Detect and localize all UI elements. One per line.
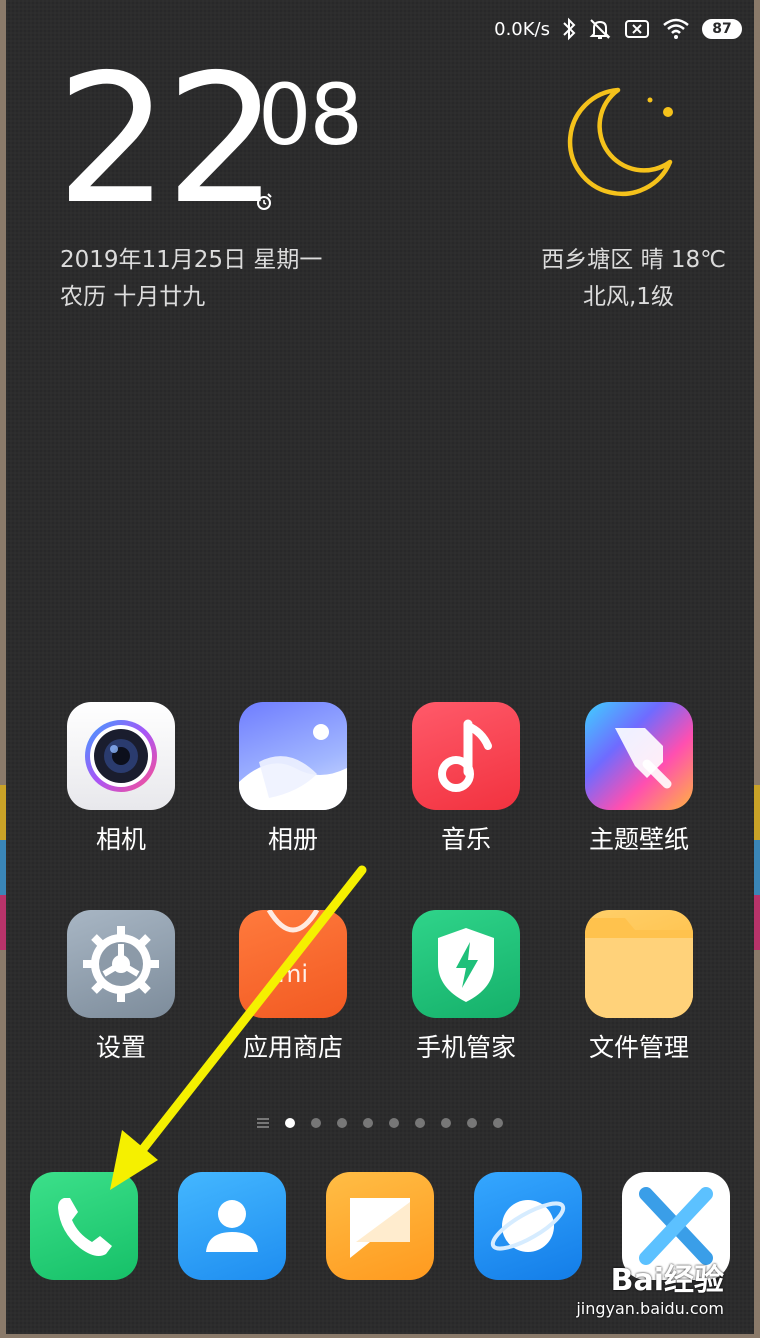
watermark: Bai经验 jingyan.baidu.com <box>576 1255 724 1318</box>
watermark-url: jingyan.baidu.com <box>576 1299 724 1318</box>
edge-strip <box>754 895 760 950</box>
watermark-logo: Bai经验 <box>610 1263 724 1298</box>
annotation-arrow <box>110 865 367 1190</box>
edge-strip <box>754 785 760 840</box>
home-screen: 0.0K/s 87 22 08 2019年11月25日 星期一 农历 十月廿九 … <box>6 0 754 1334</box>
edge-strip <box>754 840 760 895</box>
